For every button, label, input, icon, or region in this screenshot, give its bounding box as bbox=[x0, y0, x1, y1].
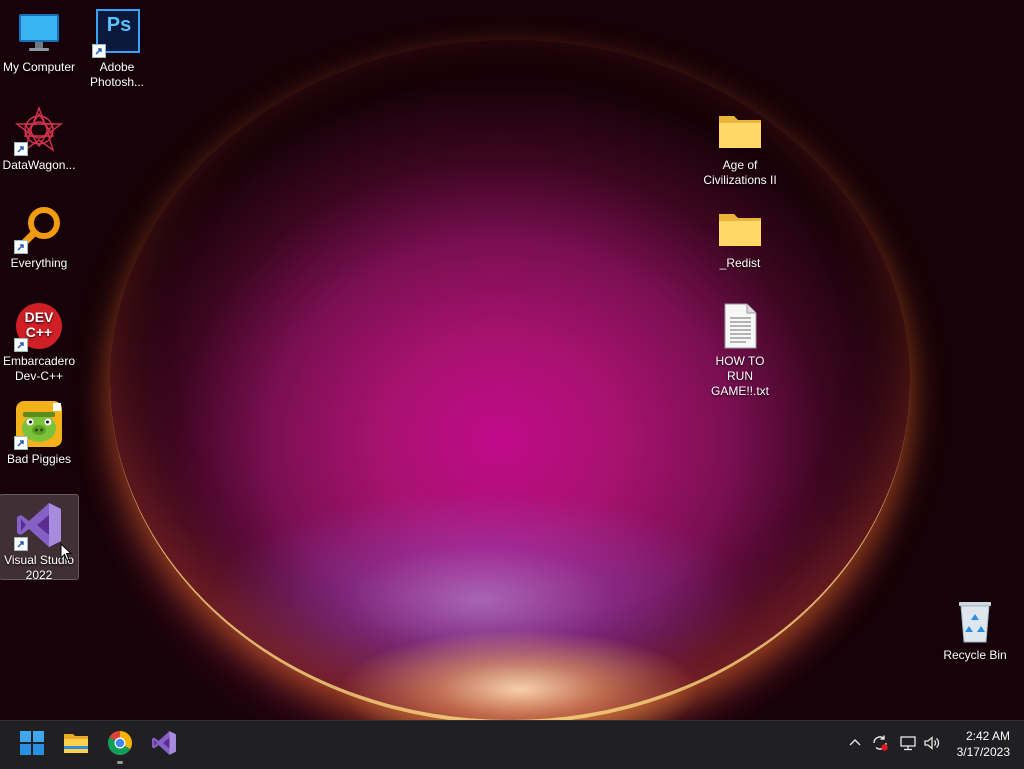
desktop-icon-label: My Computer bbox=[2, 60, 76, 74]
shortcut-arrow-icon bbox=[14, 338, 28, 352]
folder-icon bbox=[716, 204, 764, 252]
desktop-icon-label: Bad Piggies bbox=[6, 452, 72, 466]
desktop-icon-bad-piggies[interactable]: Bad Piggies bbox=[0, 394, 78, 472]
taskbar-file-explorer-button[interactable] bbox=[56, 725, 96, 765]
windows-start-icon bbox=[20, 730, 44, 760]
desktop-icon-embarcadero-devcpp[interactable]: DEV C++ Embarcadero Dev-C++ bbox=[0, 296, 78, 386]
file-explorer-icon bbox=[63, 732, 89, 759]
desktop-icon-recycle-bin[interactable]: Recycle Bin bbox=[936, 590, 1014, 668]
datawagon-icon bbox=[14, 106, 64, 156]
desktop-icon-label: DataWagon... bbox=[2, 158, 76, 172]
wallpaper-orb bbox=[110, 40, 910, 720]
desktop-icon-label: Recycle Bin bbox=[943, 648, 1007, 662]
magnifier-icon bbox=[14, 204, 63, 254]
taskbar-clock[interactable]: 2:42 AM 3/17/2023 bbox=[930, 728, 1010, 760]
chrome-icon bbox=[107, 730, 133, 761]
devcpp-icon-text: DEV C++ bbox=[24, 309, 54, 340]
running-indicator bbox=[117, 761, 123, 764]
network-icon[interactable] bbox=[899, 734, 917, 757]
desktop-icon-how-to-run-game-txt[interactable]: HOW TO RUN GAME!!.txt bbox=[701, 296, 779, 398]
desktop-icon-label: Embarcadero Dev-C++ bbox=[2, 354, 76, 383]
clock-time: 2:42 AM bbox=[965, 729, 1010, 743]
desktop-icon-datawagon[interactable]: DataWagon... bbox=[0, 100, 78, 178]
shortcut-arrow-icon bbox=[92, 44, 106, 58]
desktop-icon-adobe-photoshop[interactable]: Ps Adobe Photosh... bbox=[78, 2, 156, 92]
desktop-icon-age-of-civilizations-ii[interactable]: Age of Civilizations II bbox=[701, 100, 779, 190]
taskbar-visual-studio-button[interactable] bbox=[144, 725, 184, 765]
text-file-icon bbox=[716, 302, 764, 350]
devcpp-icon: DEV C++ bbox=[14, 302, 63, 352]
recycle-bin-icon bbox=[951, 596, 999, 644]
monitor-icon bbox=[15, 8, 63, 56]
desktop-icon-label: Adobe Photosh... bbox=[89, 60, 145, 89]
visual-studio-icon bbox=[14, 501, 63, 551]
desktop-icon-redist[interactable]: _Redist bbox=[701, 198, 779, 276]
taskbar: 2:42 AM 3/17/2023 bbox=[0, 720, 1024, 769]
desktop[interactable]: My Computer Ps Adobe Photosh... DataWago… bbox=[0, 0, 1024, 720]
shortcut-arrow-icon bbox=[14, 240, 28, 254]
sync-error-icon[interactable] bbox=[871, 734, 889, 757]
desktop-icon-label: HOW TO RUN GAME!!.txt bbox=[710, 354, 769, 398]
start-button[interactable] bbox=[12, 725, 52, 765]
shortcut-arrow-icon bbox=[14, 537, 28, 551]
desktop-icon-label: Age of Civilizations II bbox=[703, 158, 777, 187]
mouse-cursor bbox=[60, 542, 73, 567]
taskbar-chrome-button[interactable] bbox=[100, 725, 140, 765]
chevron-up-icon[interactable] bbox=[847, 734, 863, 755]
folder-icon bbox=[716, 106, 764, 154]
desktop-icon-label: _Redist bbox=[719, 256, 761, 270]
clock-date: 3/17/2023 bbox=[956, 745, 1010, 759]
bad-piggies-icon bbox=[14, 400, 63, 450]
shortcut-arrow-icon bbox=[14, 142, 28, 156]
shortcut-arrow-icon bbox=[14, 436, 28, 450]
desktop-icon-my-computer[interactable]: My Computer bbox=[0, 2, 78, 80]
visual-studio-icon bbox=[151, 730, 177, 761]
desktop-icon-everything[interactable]: Everything bbox=[0, 198, 78, 276]
photoshop-icon: Ps bbox=[92, 8, 141, 58]
desktop-icon-label: Everything bbox=[10, 256, 68, 270]
photoshop-icon-text: Ps bbox=[106, 14, 132, 36]
